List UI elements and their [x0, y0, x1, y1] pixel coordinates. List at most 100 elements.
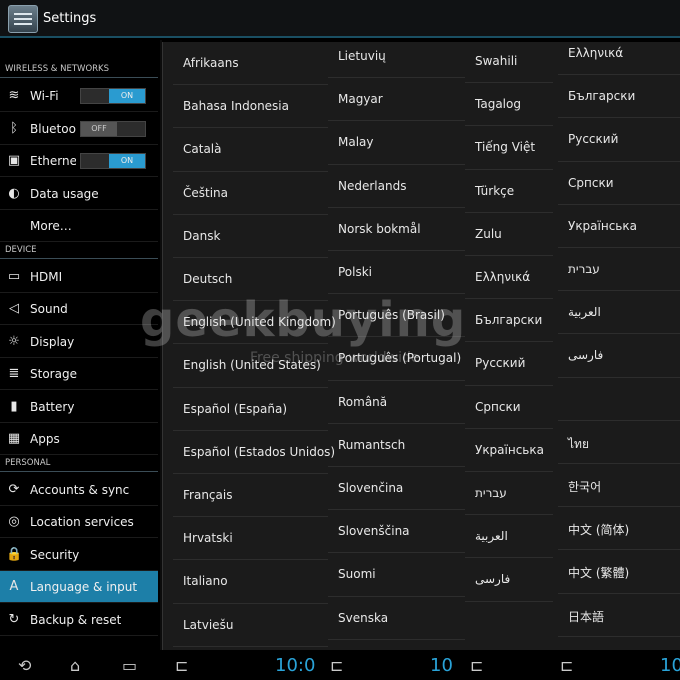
toggle-switch[interactable]: ON [80, 88, 146, 104]
language-option-label: Български [475, 313, 543, 328]
language-option[interactable]: Български [465, 299, 553, 343]
language-option[interactable]: Deutsch [173, 258, 328, 302]
app-title: Settings [43, 11, 97, 26]
sidebar-item-label: More… [30, 219, 72, 233]
language-option[interactable]: Português (Portugal) [328, 337, 465, 381]
language-option[interactable]: 中文 (繁體) [558, 550, 680, 594]
language-option[interactable]: 日本語 [558, 594, 680, 637]
sidebar-item[interactable]: ≋ Wi-Fi ON [0, 80, 158, 112]
language-option[interactable]: Bahasa Indonesia [173, 85, 328, 129]
language-option[interactable]: Rumantsch [328, 424, 465, 467]
sidebar-item[interactable]: ≣ Storage [0, 358, 158, 390]
language-option[interactable]: 中文 (简体) [558, 507, 680, 551]
language-option[interactable]: Malay [328, 121, 465, 165]
language-option[interactable]: Српски [558, 162, 680, 205]
language-option-label: Português (Brasil) [338, 308, 445, 323]
language-option[interactable]: עברית [558, 248, 680, 292]
language-option[interactable]: Tiếng Việt [465, 126, 553, 170]
language-option-label: Български [568, 89, 636, 104]
sidebar-item-label: Backup & reset [30, 612, 122, 627]
language-option[interactable]: Ελληνικά [558, 42, 680, 76]
language-option[interactable]: فارسی [558, 334, 680, 378]
language-option-label: English (United States) [183, 358, 321, 373]
language-option[interactable]: Português (Brasil) [328, 294, 465, 338]
toggle-switch[interactable]: ON [80, 153, 146, 169]
language-option[interactable]: Русский [465, 342, 553, 386]
language-option[interactable]: Italiano [173, 560, 328, 604]
language-option[interactable]: العربية [465, 515, 553, 559]
language-option-label: Ελληνικά [568, 46, 624, 60]
language-option[interactable]: ไทย [558, 421, 680, 464]
sidebar-item[interactable]: ▮ Battery [0, 391, 158, 423]
toggle-switch[interactable]: OFF [80, 120, 146, 137]
sidebar-item[interactable]: ▭ HDMI [0, 261, 158, 293]
language-option-label: Русский [568, 132, 619, 147]
language-option[interactable]: Afrikaans [173, 42, 328, 86]
language-option[interactable]: Українська [465, 429, 553, 472]
sidebar-section-header: PERSONAL [0, 458, 158, 472]
screenshot-icon[interactable]: ⊏ [175, 656, 188, 675]
sidebar-item[interactable]: ▣ Ethernet ON [0, 145, 158, 177]
sidebar-item[interactable]: ◐ Data usage [0, 178, 158, 210]
language-option[interactable]: Latviešu [173, 604, 328, 647]
language-option[interactable]: Català [173, 128, 328, 172]
sidebar-item[interactable]: ᛒ Bluetooth OFF [0, 113, 158, 145]
language-option[interactable]: Ελληνικά [465, 256, 553, 300]
language-option[interactable]: Română [328, 381, 465, 424]
language-option[interactable]: Suomi [328, 553, 465, 597]
screenshot-icon[interactable]: ⊏ [470, 656, 483, 675]
language-option[interactable]: Български [558, 75, 680, 119]
screenshot-icon[interactable]: ⊏ [560, 656, 573, 675]
language-option[interactable]: Norsk bokmål [328, 208, 465, 251]
sidebar-item[interactable]: ▦ Apps [0, 423, 158, 455]
language-option[interactable] [558, 378, 680, 421]
language-option[interactable]: Zulu [465, 213, 553, 256]
recent-apps-icon[interactable]: ▭ [122, 656, 137, 675]
language-option[interactable]: Svenska [328, 597, 465, 640]
language-option[interactable]: Magyar [328, 78, 465, 122]
language-option[interactable]: Türkçe [465, 170, 553, 213]
sidebar-item[interactable]: 🔒 Security [0, 539, 158, 571]
display-icon: ☼ [8, 333, 20, 349]
language-option-label: Bahasa Indonesia [183, 99, 289, 114]
language-option[interactable]: עברית [465, 472, 553, 516]
language-option-label: العربية [568, 305, 601, 320]
language-option[interactable]: Čeština [173, 172, 328, 215]
language-option[interactable]: Русский [558, 118, 680, 162]
language-option-label: Swahili [475, 54, 518, 68]
language-option[interactable]: Swahili [465, 42, 553, 84]
sidebar-item[interactable]: ◁ Sound [0, 293, 158, 325]
language-option[interactable]: Español (España) [173, 388, 328, 431]
language-option[interactable]: Tagalog [465, 83, 553, 127]
language-option[interactable]: Slovenčina [328, 467, 465, 511]
sidebar-item[interactable]: More… [0, 210, 158, 242]
settings-app-icon[interactable] [8, 5, 38, 33]
language-option[interactable]: English (United Kingdom) [173, 301, 336, 345]
home-icon[interactable]: ⌂ [70, 656, 80, 675]
language-option-label: Dansk [183, 228, 221, 243]
language-option[interactable]: Español (Estados Unidos) [173, 431, 335, 474]
language-option[interactable]: Hrvatski [173, 517, 328, 561]
sidebar-item[interactable]: ↻ Backup & reset [0, 604, 158, 636]
language-option[interactable]: فارسی [465, 558, 553, 602]
language-option[interactable]: Српски [465, 386, 553, 429]
sidebar-item-label: Bluetooth [30, 121, 76, 136]
language-option[interactable]: العربية [558, 291, 680, 335]
language-option[interactable]: English (United States) [173, 344, 328, 388]
screenshot-icon[interactable]: ⊏ [330, 656, 343, 675]
language-option[interactable]: Dansk [173, 215, 328, 258]
language-option[interactable]: Lietuvių [328, 42, 465, 79]
language-option[interactable]: 한국어 [558, 464, 680, 508]
sidebar-item[interactable]: ⟳ Accounts & sync [0, 474, 158, 506]
sidebar-item[interactable]: ◎ Location services [0, 506, 158, 538]
language-option[interactable]: Polski [328, 251, 465, 295]
sidebar-item[interactable]: A Language & input [0, 571, 158, 603]
back-icon[interactable]: ⟲ [18, 656, 31, 675]
language-option[interactable]: Français [173, 474, 328, 518]
language-option[interactable]: Nederlands [328, 165, 465, 208]
language-option[interactable]: Slovenščina [328, 510, 465, 554]
language-option[interactable]: Українська [558, 205, 680, 248]
sidebar-item[interactable]: ☼ Display [0, 326, 158, 358]
sidebar-item-label: Apps [30, 432, 60, 446]
language-list-panel: Afrikaans Bahasa Indonesia Català Čeština Da… [162, 42, 680, 650]
